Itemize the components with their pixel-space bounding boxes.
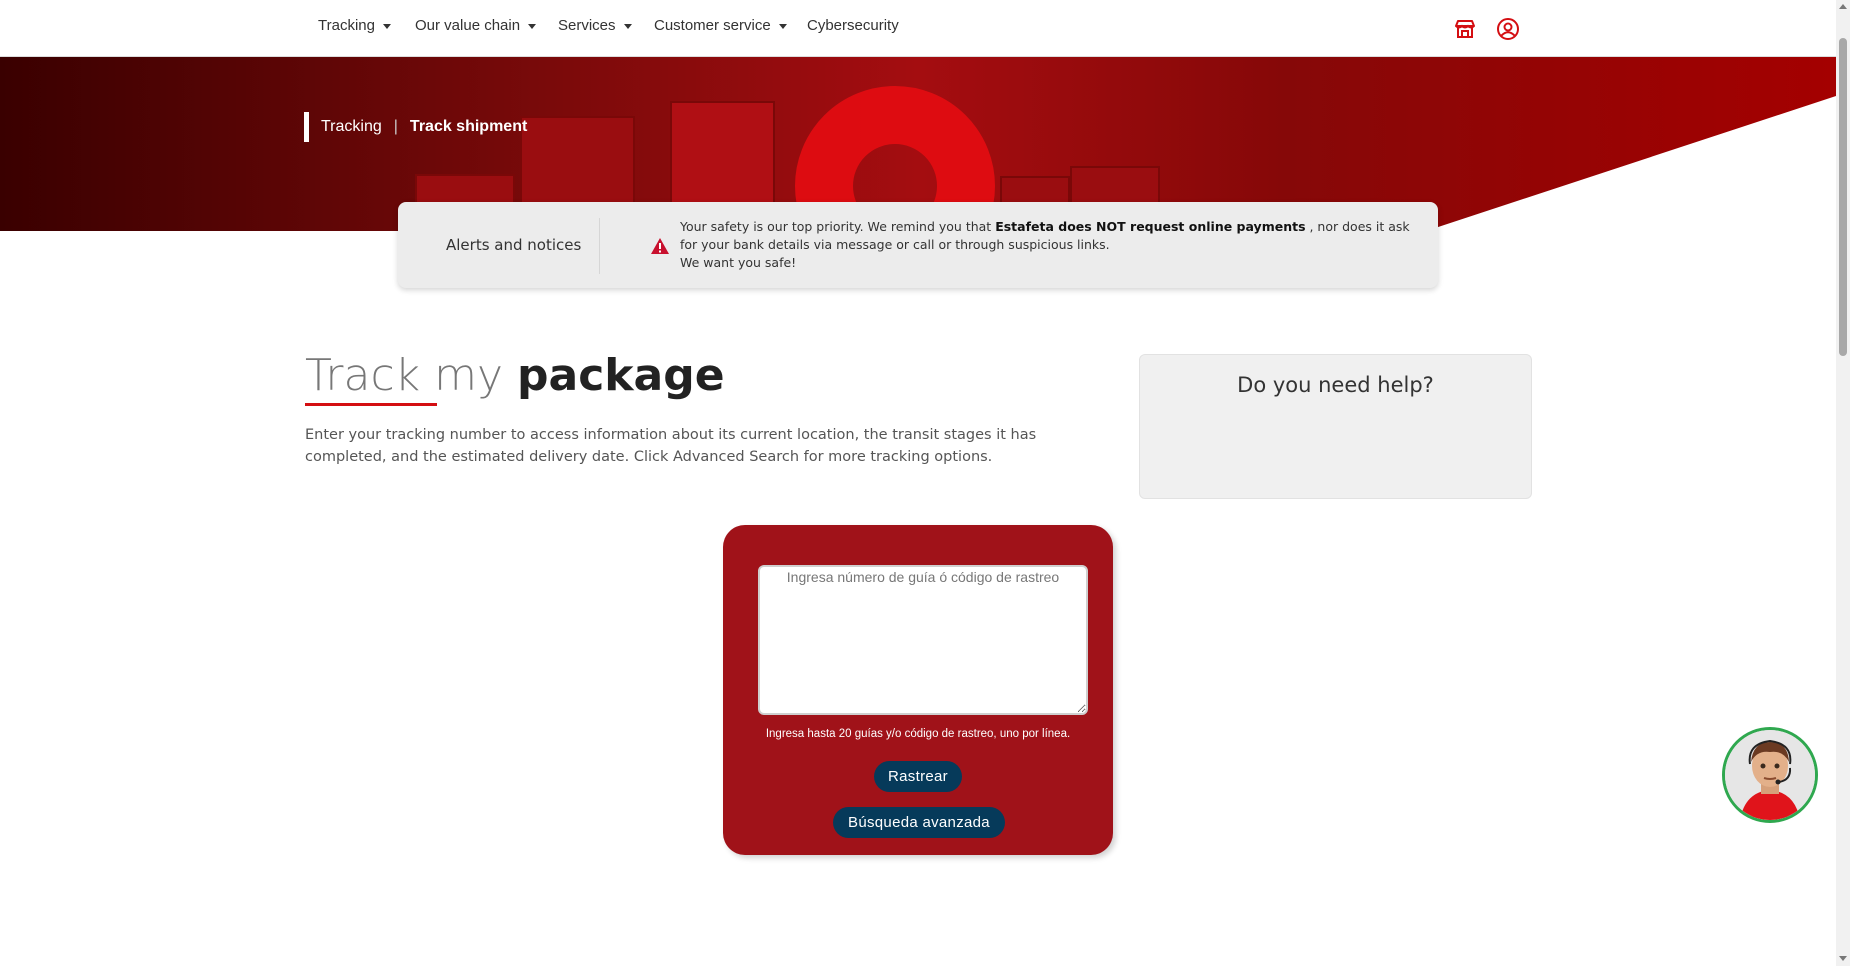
nav-customer-service-label: Customer service bbox=[654, 17, 771, 34]
chatbot-avatar[interactable] bbox=[1722, 727, 1818, 823]
nav-tracking-label: Tracking bbox=[318, 17, 375, 34]
assistant-avatar-icon bbox=[1725, 730, 1815, 820]
tracking-hint: Ingresa hasta 20 guías y/o código de ras… bbox=[765, 728, 1071, 740]
alert-text-strong: Estafeta does NOT request online payment… bbox=[995, 219, 1306, 234]
caret-down-icon bbox=[778, 23, 787, 29]
nav-value-chain[interactable]: Our value chain bbox=[415, 17, 537, 34]
caret-down-icon bbox=[623, 23, 632, 29]
help-title: Do you need help? bbox=[1237, 373, 1434, 397]
warning-icon bbox=[651, 238, 669, 254]
nav-tracking[interactable]: Tracking bbox=[318, 17, 391, 34]
nav-customer-service[interactable]: Customer service bbox=[654, 17, 787, 34]
caret-down-icon bbox=[382, 23, 391, 29]
scroll-up-arrow-icon[interactable] bbox=[1839, 4, 1847, 9]
breadcrumb-separator: | bbox=[393, 118, 398, 135]
tracking-form: Ingresa hasta 20 guías y/o código de ras… bbox=[723, 525, 1113, 855]
page-title-bold: package bbox=[517, 350, 725, 401]
page-title-light: Track my bbox=[305, 350, 518, 401]
user-account-icon[interactable] bbox=[1496, 17, 1520, 41]
store-icon[interactable] bbox=[1453, 17, 1477, 41]
track-button[interactable]: Rastrear bbox=[874, 761, 962, 792]
hero-diagonal bbox=[1426, 96, 1836, 231]
title-underline bbox=[305, 403, 437, 406]
nav-services[interactable]: Services bbox=[558, 17, 632, 34]
alert-text-before: Your safety is our top priority. We remi… bbox=[680, 219, 996, 234]
caret-down-icon bbox=[528, 23, 537, 29]
tracking-number-input[interactable] bbox=[758, 565, 1088, 715]
nav-cybersecurity[interactable]: Cybersecurity bbox=[807, 17, 899, 34]
scrollbar-thumb[interactable] bbox=[1839, 38, 1847, 356]
help-box: Do you need help? bbox=[1139, 354, 1532, 499]
advanced-search-button[interactable]: Búsqueda avanzada bbox=[833, 807, 1005, 838]
alerts-divider bbox=[599, 218, 600, 274]
page-scrollbar[interactable] bbox=[1836, 0, 1850, 966]
nav-value-chain-label: Our value chain bbox=[415, 17, 521, 34]
scroll-down-arrow-icon[interactable] bbox=[1839, 956, 1847, 961]
breadcrumb: Tracking | Track shipment bbox=[304, 112, 527, 142]
page-title: Track my package bbox=[305, 350, 725, 401]
intro-text: Enter your tracking number to access inf… bbox=[305, 427, 1037, 465]
breadcrumb-current: Track shipment bbox=[409, 118, 528, 135]
breadcrumb-parent-link[interactable]: Tracking bbox=[321, 118, 382, 135]
alert-text-line2: We want you safe! bbox=[680, 255, 797, 270]
nav-services-label: Services bbox=[558, 17, 616, 34]
alerts-message: Your safety is our top priority. We remi… bbox=[680, 218, 1420, 272]
alerts-notices-panel: Alerts and notices Your safety is our to… bbox=[398, 202, 1438, 288]
top-navigation: Tracking Our value chain Services Custom… bbox=[0, 0, 1836, 57]
alerts-title: Alerts and notices bbox=[446, 236, 582, 254]
nav-cybersecurity-label: Cybersecurity bbox=[807, 17, 899, 34]
